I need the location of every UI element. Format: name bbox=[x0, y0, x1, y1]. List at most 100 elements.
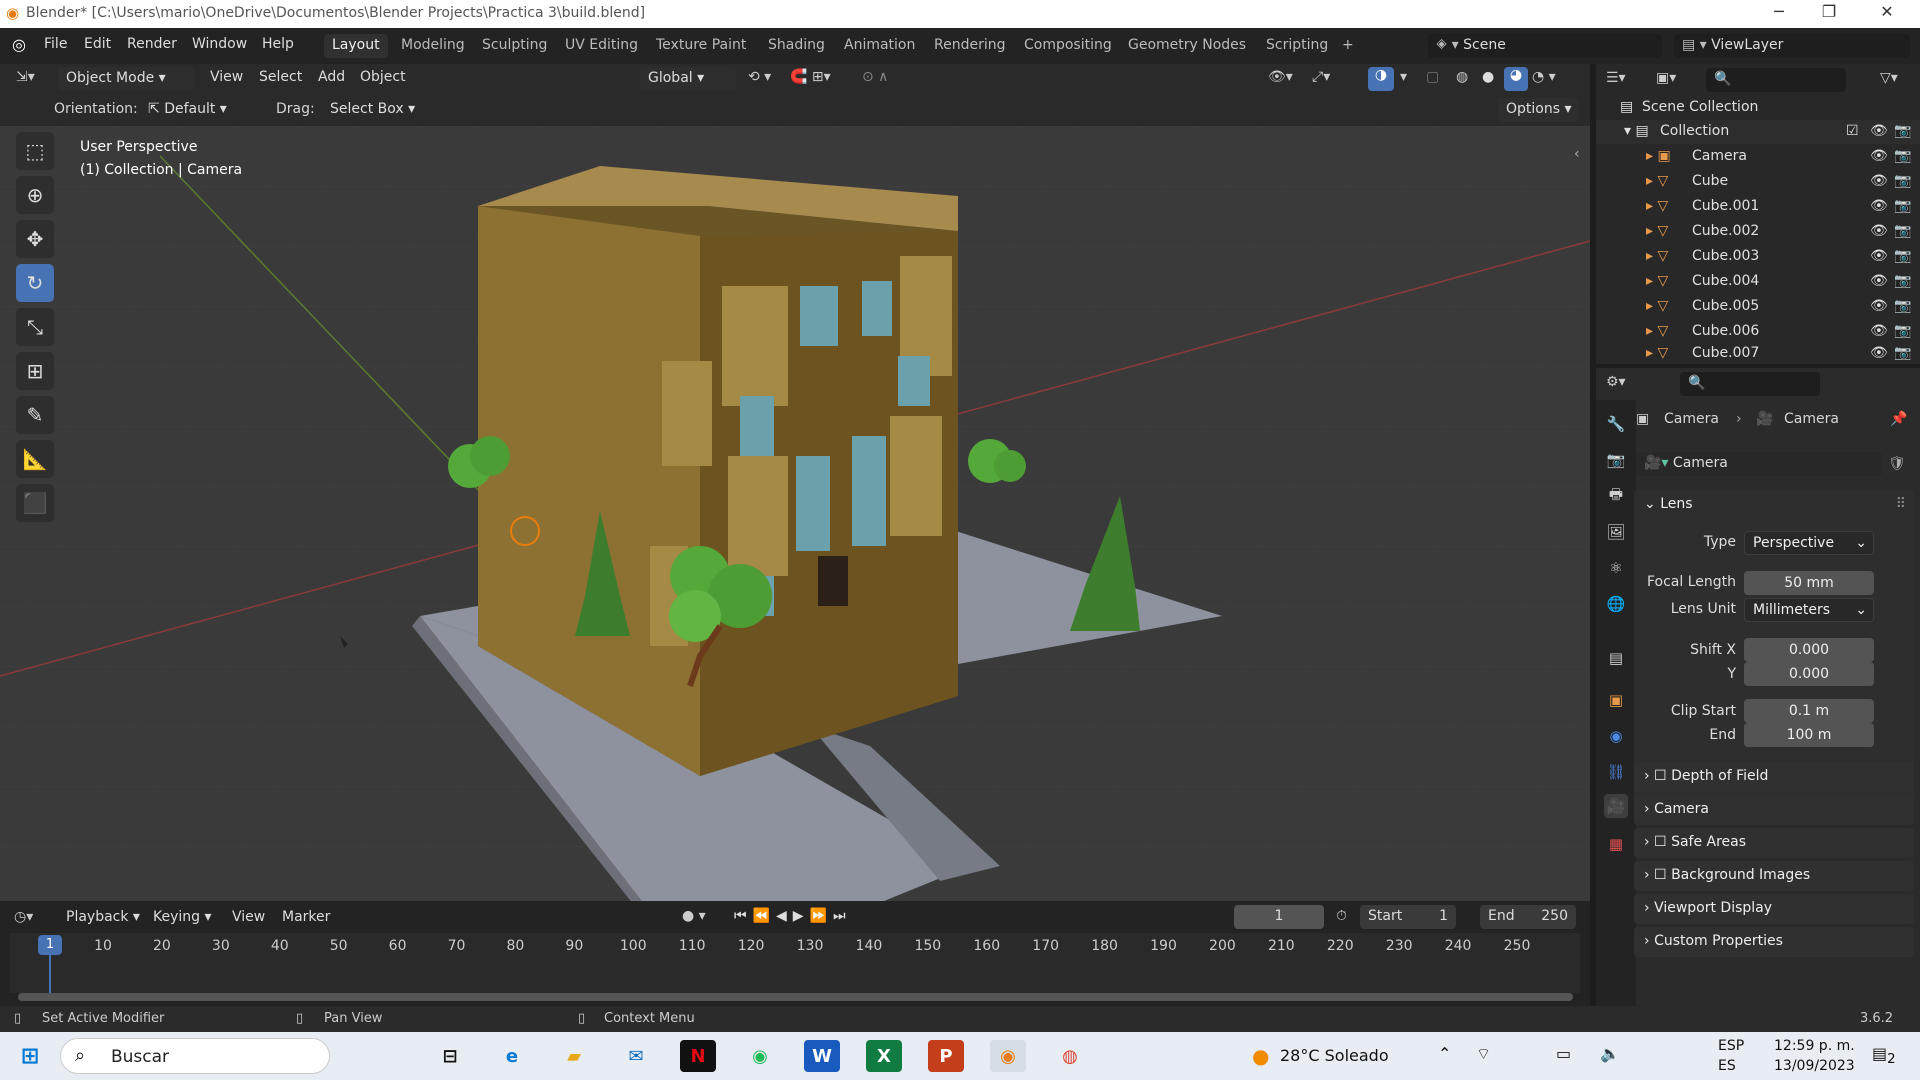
edge-icon[interactable]: e bbox=[494, 1040, 530, 1072]
shift-x-field[interactable]: 0.000 bbox=[1744, 638, 1874, 662]
outliner-row-cube-003[interactable]: ▸ ▽ Cube.003 👁 📷 bbox=[1596, 245, 1920, 269]
menu-edit[interactable]: Edit bbox=[84, 36, 111, 52]
panel-depth-of-field[interactable]: › ☐ Depth of Field bbox=[1634, 762, 1914, 792]
menu-file[interactable]: File bbox=[44, 36, 67, 52]
camera-render-icon[interactable]: 📷 bbox=[1894, 123, 1911, 139]
sidebar-toggle-icon[interactable]: ‹ bbox=[1574, 146, 1580, 162]
drag-handle-icon[interactable]: ⠿ bbox=[1896, 496, 1906, 512]
tab-rendering[interactable]: Rendering bbox=[926, 34, 1014, 58]
properties-editor-icon[interactable]: ⚙▾ bbox=[1606, 374, 1626, 390]
snap-icon[interactable]: 🧲 ⊞▾ bbox=[790, 69, 831, 85]
spotify-icon[interactable]: ◉ bbox=[742, 1040, 778, 1072]
outliner-row-camera[interactable]: ▸ ▣ Camera 👁 📷 bbox=[1596, 145, 1920, 169]
tab-layout[interactable]: Layout bbox=[324, 34, 388, 58]
menu-select[interactable]: Select bbox=[259, 69, 302, 85]
pin-icon[interactable]: 📌 bbox=[1890, 411, 1907, 427]
record-icon[interactable]: ● ▾ bbox=[682, 908, 706, 924]
tab-sculpting[interactable]: Sculpting bbox=[474, 34, 555, 58]
mode-dropdown[interactable]: Object Mode ▾ bbox=[58, 67, 194, 91]
xray-icon[interactable]: ▢ bbox=[1426, 69, 1439, 85]
powerpoint-icon[interactable]: P bbox=[928, 1040, 964, 1072]
tab-shading[interactable]: Shading bbox=[760, 34, 833, 58]
word-icon[interactable]: W bbox=[804, 1040, 840, 1072]
outliner-row-cube[interactable]: ▸ ▽ Cube 👁 📷 bbox=[1596, 170, 1920, 194]
battery-icon[interactable]: ▭ bbox=[1556, 1044, 1571, 1063]
task-view-icon[interactable]: ⊟ bbox=[432, 1040, 468, 1072]
editor-type-icon[interactable]: ⇲▾ bbox=[16, 69, 35, 85]
menu-render[interactable]: Render bbox=[127, 36, 177, 52]
overlays-dropdown-icon[interactable]: ▾ bbox=[1400, 69, 1407, 85]
panel-viewport-display[interactable]: › Viewport Display bbox=[1634, 894, 1914, 924]
menu-playback[interactable]: Playback ▾ bbox=[66, 909, 140, 925]
transform-tool-icon[interactable]: ⊞ bbox=[16, 352, 54, 390]
outliner-row-cube-005[interactable]: ▸ ▽ Cube.005 👁 📷 bbox=[1596, 295, 1920, 319]
outliner-row-cube-007[interactable]: ▸ ▽ Cube.007 👁 📷 bbox=[1596, 342, 1920, 364]
move-tool-icon[interactable]: ✥ bbox=[16, 220, 54, 258]
blender-menu-icon[interactable]: ◎ bbox=[12, 35, 26, 54]
cursor-tool-icon[interactable]: ⊕ bbox=[16, 176, 54, 214]
render-tab-icon[interactable]: 📷 bbox=[1604, 448, 1628, 472]
close-button[interactable]: ✕ bbox=[1864, 2, 1910, 26]
eye-icon[interactable]: 👁 bbox=[1870, 123, 1888, 139]
blender-taskbar-icon[interactable]: ◉ bbox=[990, 1040, 1026, 1072]
clock[interactable]: 12:59 p. m. 13/09/2023 bbox=[1774, 1036, 1855, 1076]
add-workspace-button[interactable]: + bbox=[1334, 34, 1362, 58]
display-mode-icon[interactable]: ▣▾ bbox=[1656, 70, 1676, 86]
tool-tab-icon[interactable]: 🔧 bbox=[1604, 412, 1628, 436]
camera-datablock-field[interactable]: 🎥▾ Camera bbox=[1636, 452, 1882, 476]
output-tab-icon[interactable]: 🖶 bbox=[1604, 484, 1628, 508]
filter-icon[interactable]: ▽▾ bbox=[1880, 70, 1898, 86]
material-shading-icon[interactable]: ◕ bbox=[1504, 67, 1528, 91]
fake-user-icon[interactable]: 🛡 bbox=[1888, 456, 1906, 472]
maximize-button[interactable]: ❐ bbox=[1806, 2, 1852, 26]
rotate-tool-icon[interactable]: ↻ bbox=[16, 264, 54, 302]
tab-scripting[interactable]: Scripting bbox=[1258, 34, 1336, 58]
outliner-search-input[interactable]: 🔍 bbox=[1706, 68, 1846, 92]
playback-controls[interactable]: ⏮⏪◀▶⏩⏭ bbox=[734, 908, 852, 924]
tab-compositing[interactable]: Compositing bbox=[1016, 34, 1120, 58]
file-explorer-icon[interactable]: ▰ bbox=[556, 1040, 592, 1072]
start-frame-field[interactable]: Start 1 bbox=[1360, 905, 1456, 929]
excel-icon[interactable]: X bbox=[866, 1040, 902, 1072]
tab-uv-editing[interactable]: UV Editing bbox=[557, 34, 646, 58]
volume-icon[interactable]: 🔈 bbox=[1600, 1044, 1620, 1063]
notification-icon[interactable]: ▤2 bbox=[1872, 1044, 1896, 1067]
chrome-icon[interactable]: ◍ bbox=[1052, 1040, 1088, 1072]
pivot-icon[interactable]: ⟲ ▾ bbox=[748, 69, 771, 85]
windows-start-icon[interactable]: ⊞ bbox=[12, 1040, 48, 1072]
menu-window[interactable]: Window bbox=[192, 36, 247, 52]
texture-tab-icon[interactable]: ▦ bbox=[1604, 832, 1628, 856]
netflix-icon[interactable]: N bbox=[680, 1040, 716, 1072]
outliner-row-cube-001[interactable]: ▸ ▽ Cube.001 👁 📷 bbox=[1596, 195, 1920, 219]
panel-custom-properties[interactable]: › Custom Properties bbox=[1634, 927, 1914, 957]
camera-data-tab-icon[interactable]: 🎥 bbox=[1604, 794, 1628, 818]
tab-texture-paint[interactable]: Texture Paint bbox=[648, 34, 754, 58]
menu-add[interactable]: Add bbox=[318, 69, 345, 85]
current-frame-field[interactable]: 1 bbox=[1234, 905, 1324, 929]
taskbar-search-input[interactable]: ⌕ Buscar bbox=[60, 1038, 330, 1074]
clip-start-field[interactable]: 0.1 m bbox=[1744, 699, 1874, 723]
menu-timeline-view[interactable]: View bbox=[232, 909, 265, 925]
options-dropdown[interactable]: Options ▾ bbox=[1498, 98, 1578, 122]
gizmo-icon[interactable]: ⤢▾ bbox=[1312, 69, 1330, 85]
lens-unit-dropdown[interactable]: Millimeters ⌄ bbox=[1744, 598, 1874, 622]
orientation-dropdown[interactable]: ⇱ Default ▾ bbox=[140, 98, 260, 122]
minimize-button[interactable]: ─ bbox=[1756, 2, 1802, 26]
outliner-row-cube-006[interactable]: ▸ ▽ Cube.006 👁 📷 bbox=[1596, 320, 1920, 344]
transform-orientation-dropdown[interactable]: Global ▾ bbox=[640, 67, 736, 91]
menu-view[interactable]: View bbox=[210, 69, 243, 85]
tab-animation[interactable]: Animation bbox=[836, 34, 923, 58]
proportional-edit-icon[interactable]: ⊙ ∧ bbox=[862, 69, 888, 85]
panel-camera[interactable]: › Camera bbox=[1634, 795, 1914, 825]
playhead[interactable]: 1 bbox=[38, 935, 62, 955]
tray-chevron-icon[interactable]: ⌃ bbox=[1438, 1044, 1451, 1063]
mail-icon[interactable]: ✉ bbox=[618, 1040, 654, 1072]
constraints-tab-icon[interactable]: ⛓ bbox=[1604, 760, 1628, 784]
outliner-editor-icon[interactable]: ☰▾ bbox=[1606, 70, 1626, 86]
tab-modeling[interactable]: Modeling bbox=[393, 34, 473, 58]
network-icon[interactable]: ⌔ bbox=[1476, 1044, 1491, 1064]
overlays-icon[interactable]: ◑ bbox=[1368, 67, 1394, 91]
visibility-icon[interactable]: 👁▾ bbox=[1268, 69, 1293, 85]
menu-marker[interactable]: Marker bbox=[282, 909, 330, 925]
add-cube-tool-icon[interactable]: ⬛ bbox=[16, 484, 54, 522]
